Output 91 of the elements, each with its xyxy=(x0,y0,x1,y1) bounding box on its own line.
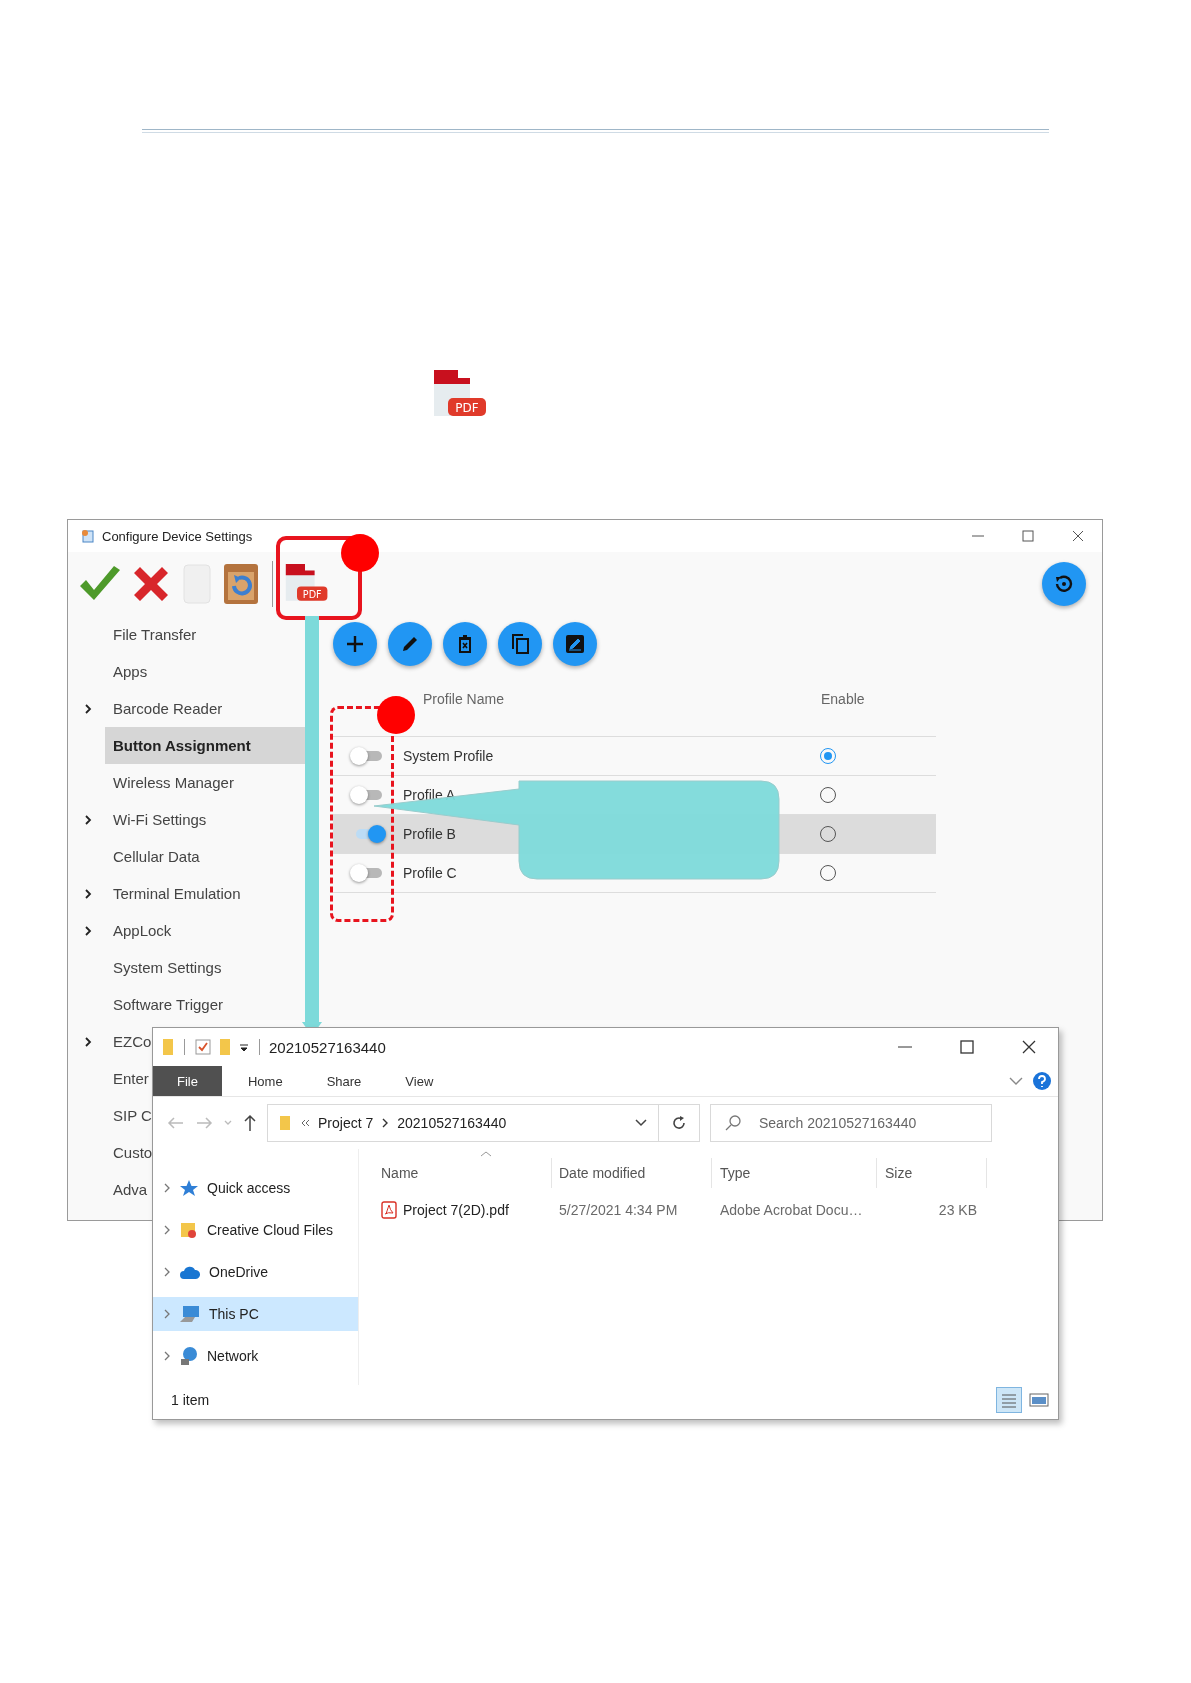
sort-icon xyxy=(480,1151,492,1157)
help-icon[interactable] xyxy=(1032,1071,1052,1091)
plus-icon xyxy=(345,634,365,654)
maximize-icon[interactable] xyxy=(1022,530,1034,542)
folder-icon xyxy=(179,1221,199,1239)
chevron-icon[interactable] xyxy=(84,815,92,825)
folder-icon xyxy=(161,1038,175,1056)
copy-button[interactable] xyxy=(498,622,542,666)
nav-item[interactable]: OneDrive xyxy=(153,1255,358,1289)
sidebar-item[interactable]: Software Trigger xyxy=(105,986,228,1023)
maximize-icon[interactable] xyxy=(960,1040,974,1054)
nav-item[interactable]: Quick access xyxy=(153,1171,358,1205)
sidebar-item[interactable]: Barcode Reader xyxy=(105,690,227,727)
properties-icon[interactable] xyxy=(194,1038,212,1056)
breadcrumb[interactable]: 20210527163440 xyxy=(397,1115,507,1131)
window-title: 20210527163440 xyxy=(269,1038,386,1056)
dropdown-icon[interactable] xyxy=(238,1041,250,1053)
ribbon-tab[interactable]: View xyxy=(387,1066,452,1096)
chevron-icon[interactable] xyxy=(634,1118,648,1128)
column-header[interactable]: Name xyxy=(359,1158,552,1188)
rename-button[interactable] xyxy=(553,622,597,666)
history-icon xyxy=(1053,573,1075,595)
sidebar-item[interactable]: Enter xyxy=(105,1060,153,1097)
profile-name: Profile B xyxy=(403,826,457,842)
nav-item[interactable]: Network xyxy=(153,1339,358,1373)
sidebar-item[interactable]: SIP C xyxy=(105,1097,156,1134)
table-cell-text: 5/27/2021 4:34 PM xyxy=(558,1202,679,1218)
ribbon-tab[interactable]: File xyxy=(153,1066,222,1096)
column-header: Enable xyxy=(821,691,865,707)
pdf-badge[interactable]: PDF xyxy=(297,586,328,601)
column-header[interactable]: Date modified xyxy=(552,1158,712,1188)
status-text: 1 item xyxy=(171,1392,210,1408)
pencil-icon xyxy=(400,634,420,654)
refresh-icon[interactable] xyxy=(222,562,260,606)
close-icon[interactable] xyxy=(1022,1040,1036,1054)
ribbon-tab[interactable]: Share xyxy=(308,1066,380,1096)
sidebar-item[interactable]: AppLock xyxy=(105,912,176,949)
breadcrumb[interactable]: Project 7 xyxy=(318,1115,374,1131)
profile-name: System Profile xyxy=(403,748,495,764)
sidebar-item[interactable]: File Transfer xyxy=(105,616,201,653)
sidebar-item[interactable]: System Settings xyxy=(105,949,226,986)
app-icon xyxy=(80,528,96,544)
file-name[interactable]: Project 7(2D).pdf xyxy=(403,1202,509,1218)
globe-icon xyxy=(179,1346,199,1366)
chevron-icon[interactable] xyxy=(84,926,92,936)
sidebar-item[interactable]: Apps xyxy=(105,653,152,690)
chevron-icon[interactable] xyxy=(84,704,92,714)
sidebar-item[interactable]: Wi-Fi Settings xyxy=(105,801,211,838)
overflow-icon[interactable] xyxy=(300,1119,310,1127)
close-icon[interactable] xyxy=(1072,530,1084,542)
edit-box-icon xyxy=(565,634,585,654)
table-cell-text: Adobe Acrobat Docu… xyxy=(719,1202,864,1218)
nav-item[interactable]: This PC xyxy=(153,1297,358,1331)
sidebar-item[interactable]: EZCo xyxy=(105,1023,156,1060)
pdf-badge: PDF xyxy=(448,398,486,416)
column-header: Profile Name xyxy=(423,691,505,707)
folder-icon xyxy=(278,1114,292,1132)
trash-icon xyxy=(457,634,473,654)
search-icon xyxy=(724,1114,742,1132)
restore-button[interactable] xyxy=(1042,562,1086,606)
profile-name: Profile C xyxy=(403,865,458,881)
pdf-icon xyxy=(381,1201,397,1219)
search-field[interactable]: Search 20210527163440 xyxy=(710,1104,992,1142)
profile-row[interactable]: System Profile xyxy=(333,737,936,776)
sidebar-item[interactable]: Adva xyxy=(105,1171,152,1208)
chevron-icon[interactable] xyxy=(84,1037,92,1047)
copy-icon xyxy=(510,633,530,655)
refresh-icon xyxy=(671,1115,687,1131)
ribbon-tab[interactable]: Home xyxy=(229,1066,301,1096)
window-title: Configure Device Settings xyxy=(102,528,253,544)
sidebar-item[interactable]: Cellular Data xyxy=(105,838,204,875)
edit-button[interactable] xyxy=(388,622,432,666)
column-header[interactable]: Type xyxy=(712,1158,877,1188)
chevron-icon[interactable] xyxy=(381,1118,390,1128)
sidebar-item[interactable]: Button Assignment xyxy=(105,727,306,764)
tiles-view-icon[interactable] xyxy=(1028,1391,1050,1409)
column-header[interactable]: Size xyxy=(877,1158,987,1188)
computer-icon xyxy=(179,1305,201,1323)
cloud-icon xyxy=(179,1264,201,1280)
chevron-icon[interactable] xyxy=(84,889,92,899)
table-cell-text: 23 KB xyxy=(937,1202,978,1218)
address-bar[interactable]: Project 7 20210527163440 xyxy=(267,1104,659,1142)
sidebar-item[interactable]: Custo xyxy=(105,1134,157,1171)
delete-button[interactable] xyxy=(443,622,487,666)
nav-item[interactable]: Creative Cloud Files xyxy=(153,1213,358,1247)
star-icon xyxy=(179,1179,199,1197)
sidebar-item[interactable]: Wireless Manager xyxy=(105,764,238,801)
refresh-button[interactable] xyxy=(658,1104,700,1142)
up-icon[interactable] xyxy=(243,1114,257,1132)
sidebar-item[interactable]: Terminal Emulation xyxy=(105,875,245,912)
add-button[interactable] xyxy=(333,622,377,666)
